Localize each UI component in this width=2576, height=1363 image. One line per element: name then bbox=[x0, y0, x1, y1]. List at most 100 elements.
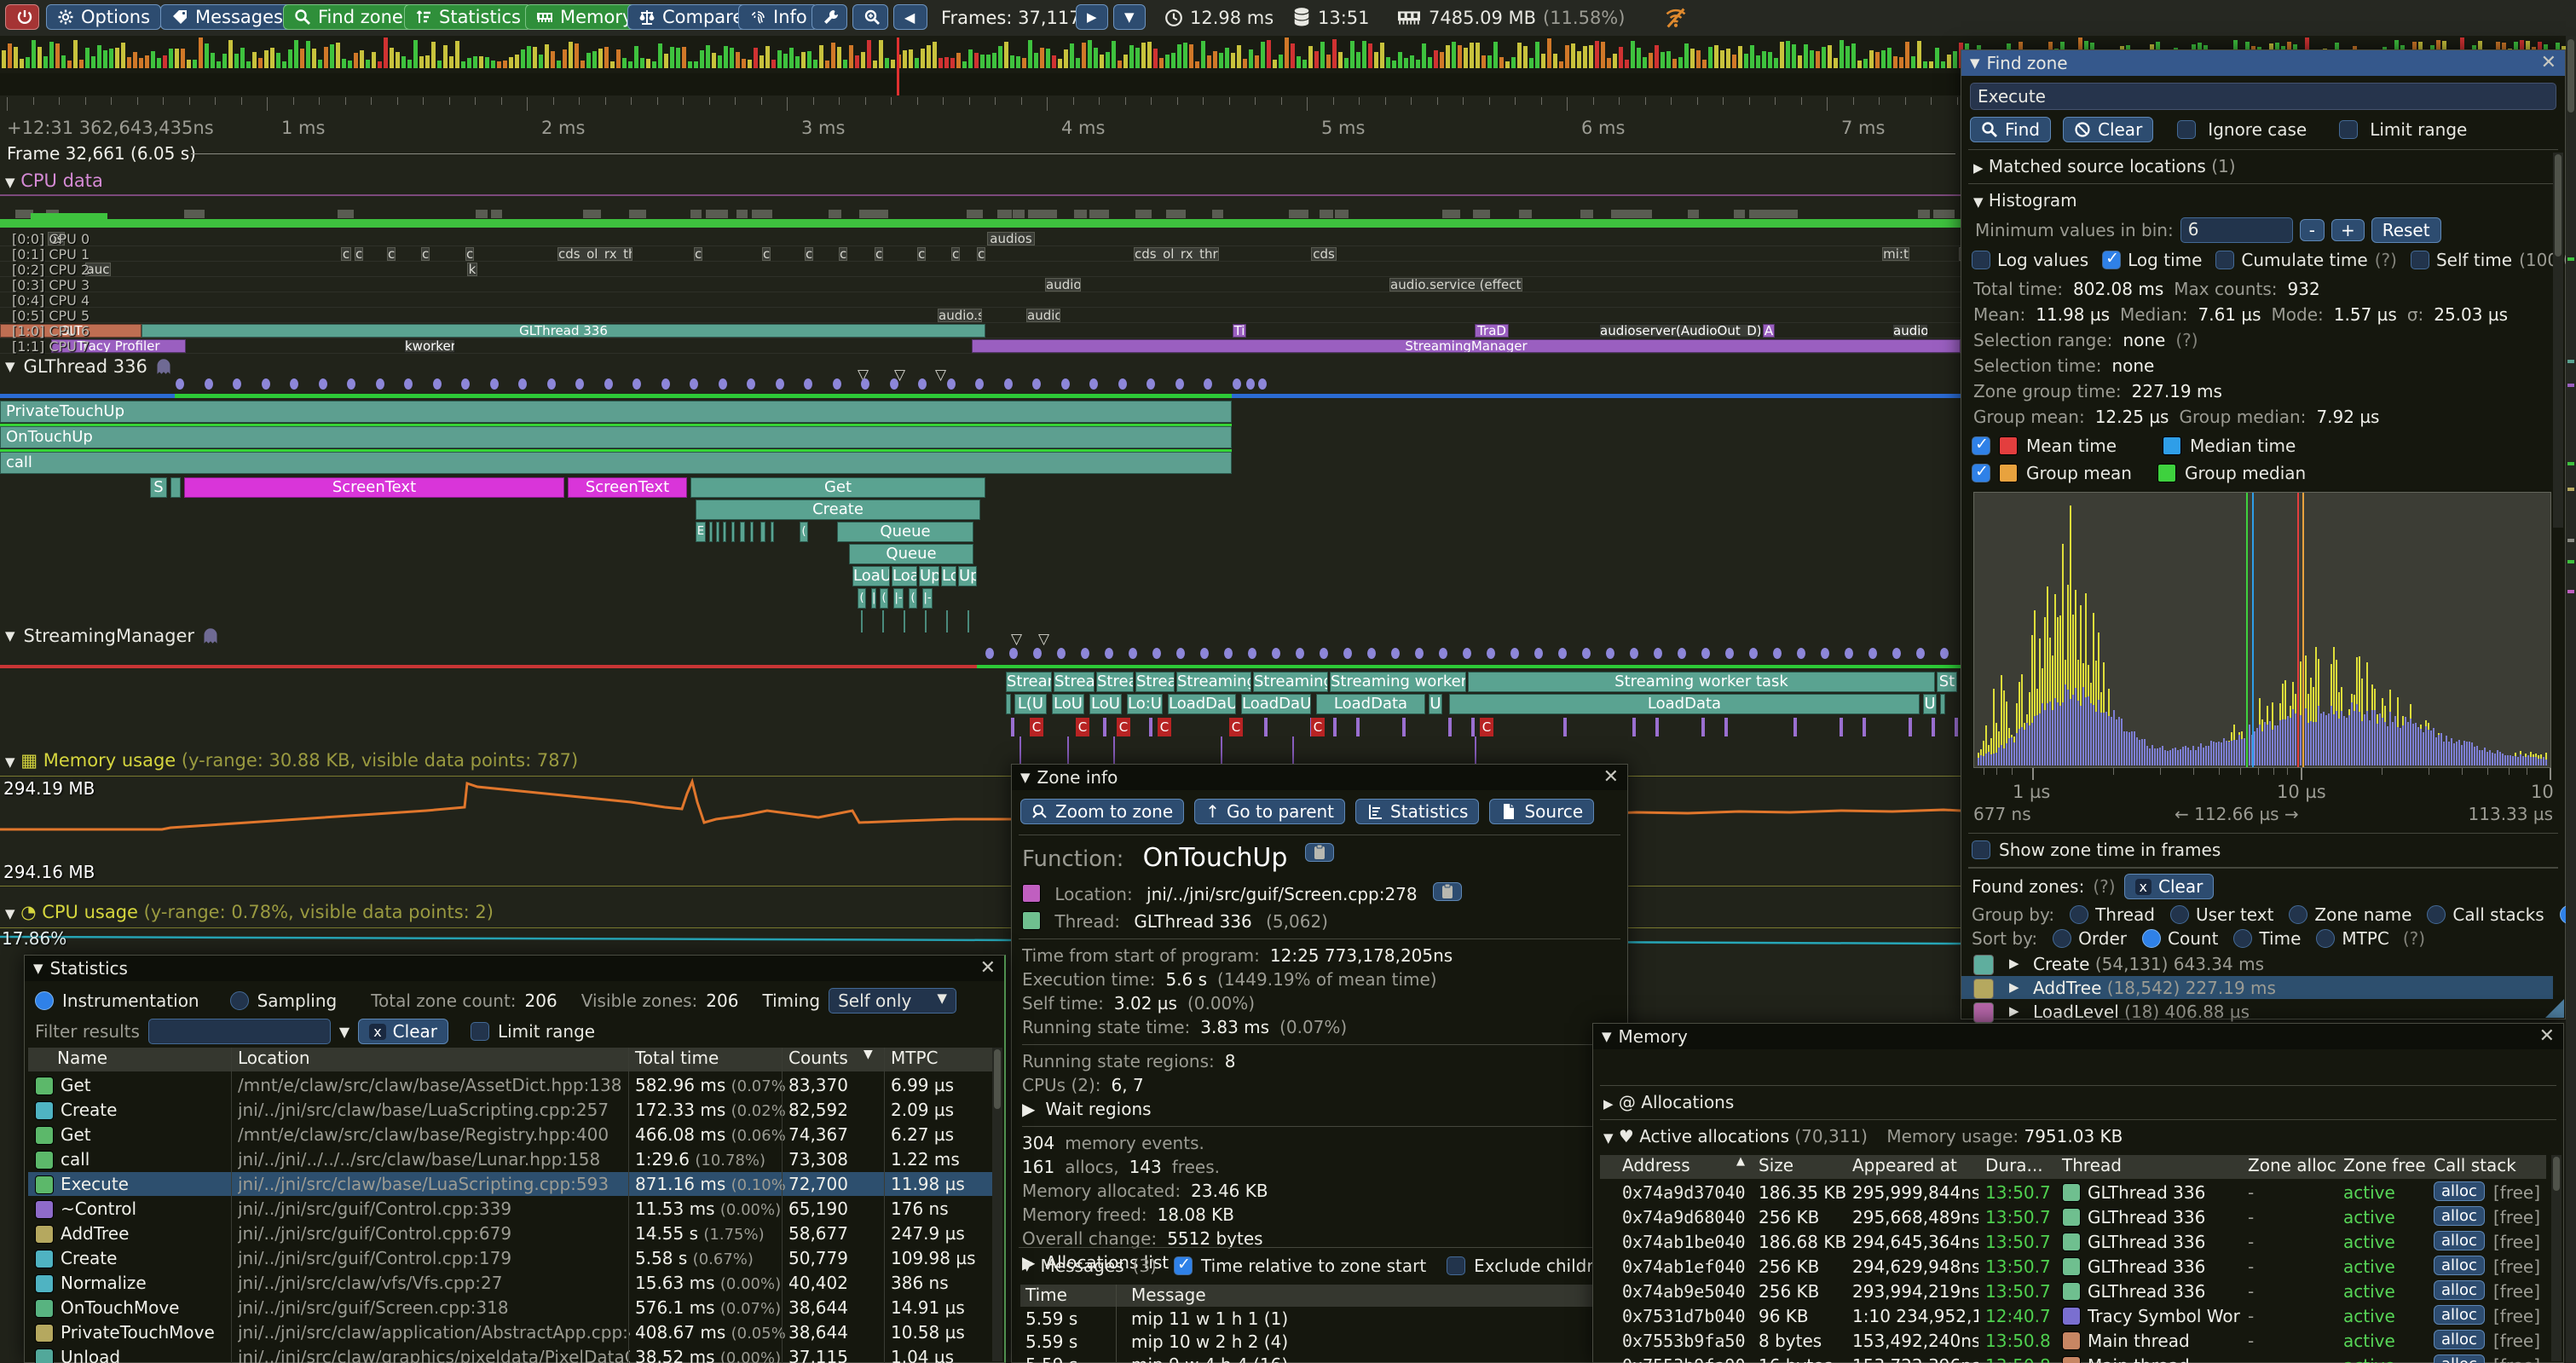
zone-bar[interactable]: | bbox=[871, 588, 876, 609]
table-row[interactable]: OnTouchMovejni/../jni/src/guif/Screen.cp… bbox=[28, 1296, 995, 1320]
sample-dot[interactable] bbox=[890, 378, 898, 390]
sample-dot[interactable] bbox=[347, 378, 355, 390]
timing-dropdown[interactable]: Self only▼ bbox=[829, 988, 956, 1014]
copy-function-button[interactable] bbox=[1305, 843, 1334, 862]
sample-dot[interactable] bbox=[575, 378, 584, 390]
cpu-timeslice[interactable]: c bbox=[805, 247, 813, 261]
sample-dot[interactable] bbox=[861, 378, 869, 390]
sample-dot[interactable] bbox=[1415, 648, 1424, 659]
cpu-data-header[interactable]: ▼ CPU data bbox=[5, 170, 103, 191]
sample-dot[interactable] bbox=[176, 378, 184, 390]
sample-dot[interactable] bbox=[1940, 648, 1949, 659]
sample-dot[interactable] bbox=[1534, 648, 1543, 659]
zoom-to-zone-button[interactable]: Zoom to zone bbox=[1020, 799, 1184, 824]
zone-bar[interactable]: |- bbox=[893, 588, 904, 609]
alloc-callstack-button[interactable]: alloc bbox=[2434, 1256, 2485, 1275]
table-row[interactable]: Createjni/../jni/src/claw/base/LuaScript… bbox=[28, 1098, 995, 1122]
zone-source-button[interactable]: Source bbox=[1489, 799, 1594, 824]
alloc-callstack-button[interactable]: alloc bbox=[2434, 1330, 2485, 1349]
min-bin-input[interactable]: 6 bbox=[2180, 217, 2293, 243]
table-row[interactable]: Executejni/../jni/src/claw/base/LuaScrip… bbox=[28, 1172, 995, 1196]
zone-bar[interactable]: Queue bbox=[837, 522, 973, 542]
exclude-children-checkbox[interactable] bbox=[1447, 1256, 1465, 1275]
table-row[interactable]: 0x7531d7b04096 KB1:10 234,952,16112:40.7… bbox=[1600, 1304, 2546, 1328]
instrumentation-radio[interactable] bbox=[35, 991, 54, 1010]
active-allocations-tree[interactable]: ▼ ♥ Active allocations (70,311) Memory u… bbox=[1603, 1126, 2123, 1146]
sample-dot[interactable] bbox=[1224, 648, 1233, 659]
zone-bar[interactable] bbox=[709, 522, 713, 542]
sample-dot[interactable] bbox=[1654, 648, 1662, 659]
sample-dot[interactable] bbox=[1258, 378, 1267, 390]
funnel-icon[interactable]: ▼ bbox=[339, 1024, 349, 1040]
compare-button[interactable]: Compare bbox=[627, 4, 754, 30]
cpu-timeslice[interactable]: c bbox=[951, 247, 960, 261]
group-mean-marker[interactable] bbox=[2302, 493, 2304, 768]
allocations-tree[interactable]: ▶ @ Allocations bbox=[1603, 1092, 1734, 1112]
clear-button[interactable]: Clear bbox=[2063, 117, 2153, 142]
cpu-timeslice[interactable]: c bbox=[421, 247, 430, 261]
statistics-scrollbar[interactable] bbox=[992, 1048, 1002, 1361]
zone-statistics-button[interactable]: Statistics bbox=[1355, 799, 1479, 824]
table-row[interactable]: Normalizejni/../jni/src/claw/vfs/Vfs.cpp… bbox=[28, 1271, 995, 1295]
zone-bar[interactable]: Get bbox=[690, 477, 985, 498]
sample-dot[interactable] bbox=[1868, 648, 1877, 659]
sample-dot[interactable] bbox=[290, 378, 298, 390]
table-row[interactable]: 0x74ab1be040186.68 KB294,645,364ns13:50.… bbox=[1600, 1230, 2546, 1254]
close-icon[interactable]: ✕ bbox=[2539, 1025, 2555, 1047]
sample-dot[interactable] bbox=[661, 378, 670, 390]
find-zone-input[interactable]: Execute bbox=[1970, 83, 2556, 110]
message-row[interactable]: 5.59 smip 11 w 1 h 1 (1) bbox=[1020, 1308, 1617, 1331]
sample-dot[interactable] bbox=[1343, 648, 1352, 659]
radio-zone-name[interactable] bbox=[2289, 905, 2307, 924]
sample-dot[interactable] bbox=[1773, 648, 1782, 659]
table-row[interactable]: AddTreejni/../jni/src/guif/Control.cpp:6… bbox=[28, 1222, 995, 1245]
frames-dropdown-button[interactable]: ▼ bbox=[1113, 4, 1146, 30]
zone-bar[interactable]: Lo:U bbox=[1127, 694, 1163, 714]
sample-dot[interactable] bbox=[776, 378, 784, 390]
cpu-timeslice[interactable]: c bbox=[977, 247, 985, 261]
sample-dot[interactable] bbox=[518, 378, 527, 390]
cpu-timeslice[interactable]: StreamingManager bbox=[972, 339, 1961, 353]
sample-dot[interactable] bbox=[1004, 378, 1013, 390]
radio-mtpc[interactable] bbox=[2316, 929, 2335, 948]
cpu-timeslice[interactable]: c bbox=[387, 247, 396, 261]
zone-bar[interactable]: Streaming worker tas bbox=[1330, 672, 1466, 692]
zone-bar[interactable]: Loa bbox=[892, 566, 917, 586]
log-values-checkbox[interactable] bbox=[1972, 251, 1990, 269]
sample-dot[interactable] bbox=[1175, 378, 1184, 390]
zone-bar[interactable]: call bbox=[0, 452, 1232, 474]
zone-bar[interactable]: OnTouchUp bbox=[0, 426, 1232, 448]
memory-usage-plot[interactable]: 294.19 MB 294.16 MB bbox=[0, 776, 1961, 887]
zone-bar[interactable]: Lo bbox=[941, 566, 956, 586]
sample-dot[interactable] bbox=[1129, 648, 1137, 659]
found-zone-row[interactable]: ▶Create (54,131) 643.34 ms bbox=[1961, 952, 2553, 975]
zone-bar[interactable]: ( bbox=[858, 588, 866, 609]
filter-clear-button[interactable]: xClear bbox=[358, 1019, 448, 1044]
bin-reset-button[interactable]: Reset bbox=[2371, 217, 2441, 243]
zone-bar[interactable]: LoadData bbox=[1449, 694, 1920, 714]
zone-bar[interactable]: LoaU bbox=[852, 566, 890, 586]
zone-bar[interactable]: LoU bbox=[1089, 694, 1122, 714]
expand-arrow-icon[interactable]: ▶ bbox=[2009, 1003, 2019, 1019]
bin-plus-button[interactable]: + bbox=[2331, 219, 2365, 241]
time-relative-checkbox[interactable] bbox=[1174, 1256, 1193, 1275]
sample-dot[interactable] bbox=[1749, 648, 1758, 659]
table-row[interactable]: ~Controljni/../jni/src/guif/Control.cpp:… bbox=[28, 1197, 995, 1221]
radio-call-stacks[interactable] bbox=[2427, 905, 2446, 924]
zone-bar[interactable]: Strean bbox=[1006, 672, 1052, 692]
zone-bar[interactable] bbox=[723, 522, 726, 542]
close-icon[interactable]: ✕ bbox=[980, 957, 996, 979]
zone-bar[interactable] bbox=[740, 522, 745, 542]
table-row[interactable]: Get/mnt/e/claw/src/claw/base/AssetDict.h… bbox=[28, 1073, 995, 1097]
close-icon[interactable]: ✕ bbox=[2541, 52, 2556, 73]
sample-dot[interactable] bbox=[1510, 648, 1519, 659]
statistics-button[interactable]: Statistics bbox=[404, 4, 532, 30]
alloc-callstack-button[interactable]: alloc bbox=[2434, 1305, 2485, 1325]
table-row[interactable]: 0x7553b9fa9016 bytes153,722,396ns13:50.8… bbox=[1600, 1354, 2546, 1363]
zone-bar[interactable]: Up bbox=[958, 566, 977, 586]
crash-marker[interactable]: C bbox=[1117, 718, 1130, 736]
sample-dot[interactable] bbox=[1200, 648, 1209, 659]
info-button[interactable]: Info bbox=[738, 4, 818, 30]
zone-bar[interactable]: PrivateTouchUp bbox=[0, 401, 1232, 423]
memory-table-header[interactable]: Address ▲ Size Appeared at Dura... Threa… bbox=[1600, 1155, 2546, 1179]
